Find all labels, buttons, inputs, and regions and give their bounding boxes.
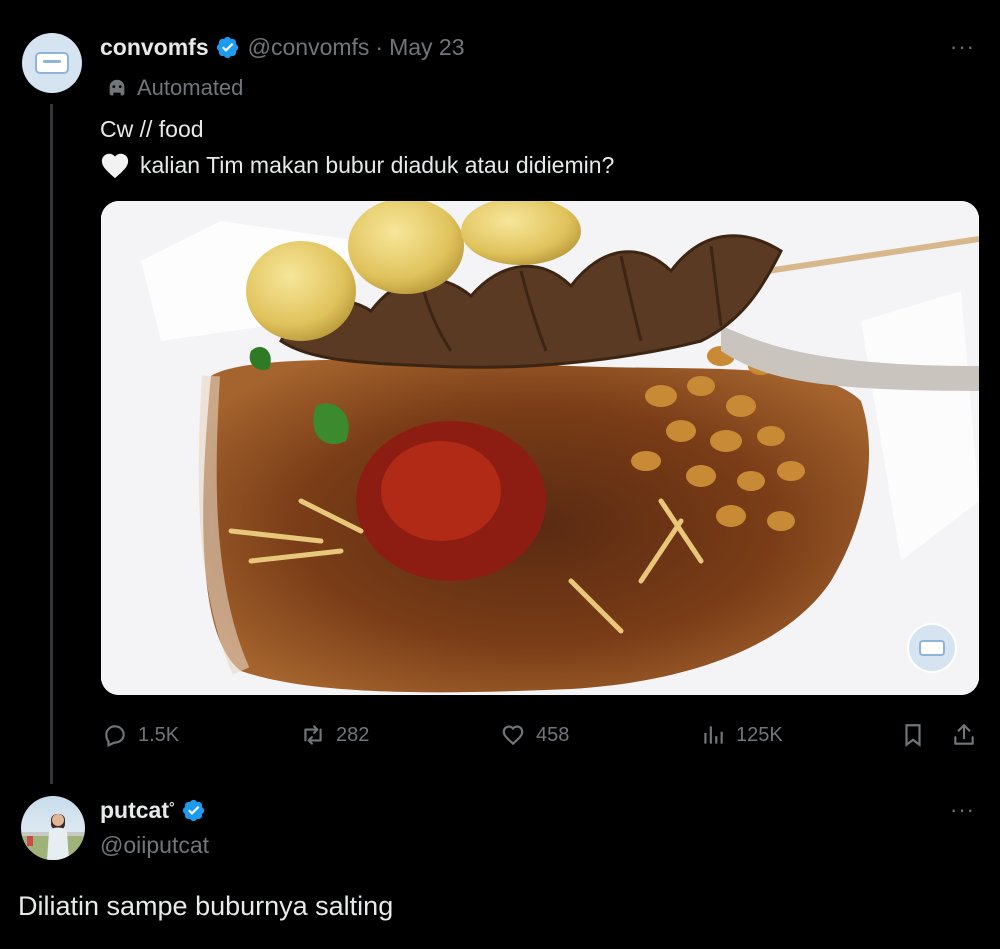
reply-button[interactable]: 1.5K [102, 722, 179, 748]
thread-line [50, 104, 53, 784]
avatar[interactable] [22, 33, 82, 93]
author-name[interactable]: convomfs [100, 34, 209, 61]
reply-count: 1.5K [138, 723, 180, 746]
avatar-logo-icon [35, 52, 69, 74]
bot-icon [109, 79, 125, 96]
repost-count: 282 [336, 723, 370, 746]
separator: · [375, 34, 384, 60]
tweet-date[interactable]: May 23 [389, 34, 464, 61]
like-button[interactable]: 458 [500, 722, 569, 748]
author-handle[interactable]: @convomfs [248, 34, 370, 61]
heart-icon [502, 725, 524, 746]
tweet-header: convomfs @convomfs · May 23 [100, 34, 465, 61]
tweet-media-photo[interactable] [101, 201, 979, 695]
more-options-button[interactable]: ··· [950, 797, 975, 823]
automated-text: Automated [137, 75, 244, 100]
verified-badge-icon [181, 798, 206, 823]
tweet-text-line2: kalian Tim makan bubur diaduk atau didie… [100, 151, 614, 179]
tweet-text-line1: Cw // food [100, 116, 204, 142]
views-count: 125K [736, 723, 783, 746]
avatar[interactable] [21, 796, 85, 860]
reply-author-name[interactable]: putcat [100, 797, 169, 824]
more-options-button[interactable]: ··· [950, 34, 975, 60]
watermark-logo-icon [907, 623, 957, 673]
like-count: 458 [536, 723, 570, 746]
reply-author-handle[interactable]: @oiiputcat [100, 832, 209, 859]
views-button[interactable]: 125K [700, 722, 783, 748]
bookmark-icon[interactable] [900, 722, 926, 748]
reply-header: putcat ° [100, 797, 214, 824]
repost-icon [304, 725, 322, 745]
tweet-question: kalian Tim makan bubur diaduk atau didie… [140, 151, 615, 178]
white-heart-icon [101, 153, 129, 179]
food-photo [101, 201, 979, 695]
repost-button[interactable]: 282 [300, 722, 369, 748]
avatar-photo [21, 814, 85, 860]
reply-icon [105, 725, 125, 747]
share-icon[interactable] [951, 722, 977, 748]
automated-label: Automated [106, 75, 243, 101]
name-suffix: ° [169, 798, 175, 815]
reply-text: Diliatin sampe buburnya salting [18, 891, 394, 921]
views-chart-icon [704, 726, 723, 744]
verified-badge-icon [215, 35, 240, 60]
